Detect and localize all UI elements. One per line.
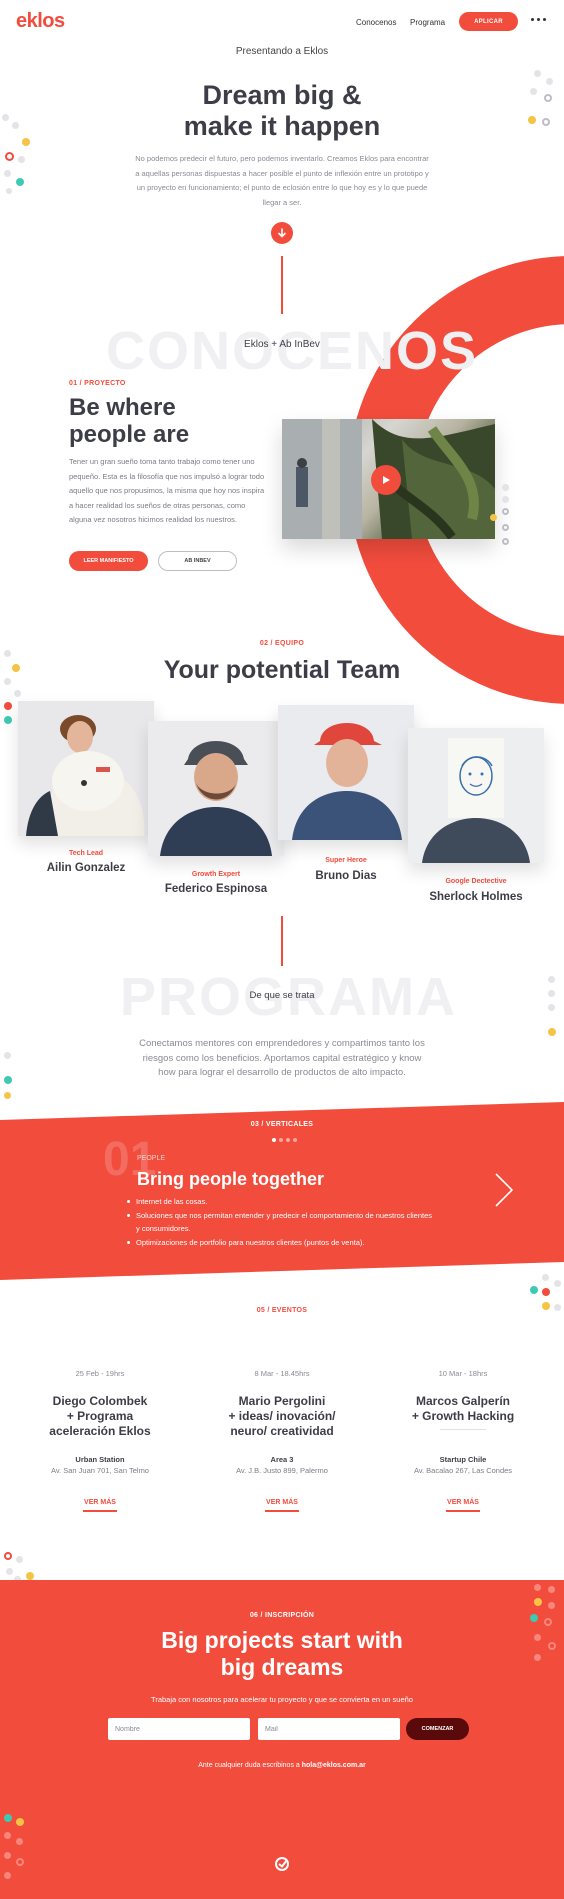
link-underline	[446, 1510, 480, 1512]
event-venue: Startup Chile	[439, 1455, 487, 1464]
event-more-link[interactable]: VER MÁS	[204, 1499, 360, 1506]
event-venue: Urban Station	[75, 1455, 125, 1464]
member-role: Growth Expert	[191, 871, 241, 878]
team-title: Your potential Team	[163, 656, 401, 684]
member-name: Federico Espinosa	[164, 883, 268, 895]
read-manifesto-button[interactable]: LEER MANIFIESTO	[69, 551, 148, 571]
hero-description: No podemos predecir el futuro, pero pode…	[135, 154, 429, 207]
name-field[interactable]	[108, 1718, 250, 1740]
event-title-line: Mario Pergolini	[238, 1394, 326, 1408]
divider-line	[281, 256, 283, 314]
events-kicker: 05 / EVENTOS	[256, 1307, 308, 1314]
event-title-line: aceleración Eklos	[49, 1424, 151, 1438]
project-title: Be where people are	[69, 394, 189, 448]
member-name: Sherlock Holmes	[429, 891, 523, 903]
signup-title-line1: Big projects start with	[161, 1627, 403, 1653]
scroll-down-button[interactable]	[271, 222, 293, 244]
hero-title: Dream big & make it happen	[0, 80, 564, 142]
project-description: Tener un gran sueño toma tanto trabajo c…	[69, 457, 265, 524]
member-name: Bruno Dias	[315, 870, 377, 882]
event-title-line: + ideas/ inovación/	[228, 1409, 336, 1423]
logo[interactable]: eklos	[16, 10, 65, 33]
member-photo-federico	[148, 721, 284, 856]
list-item: Soluciones que nos permitan entender y p…	[127, 1209, 437, 1236]
verticals-kicker: 03 / VERTICALES	[250, 1121, 314, 1128]
start-button[interactable]: COMENZAR	[406, 1718, 469, 1740]
event-title: Diego Colombek + Programa aceleración Ek…	[22, 1394, 178, 1439]
programa-description: Conectamos mentores con emprendedores y …	[139, 1038, 425, 1078]
event-title-line: + Programa	[66, 1409, 134, 1423]
eklos-mark-icon[interactable]	[274, 1856, 290, 1872]
dot-pattern-video	[490, 484, 524, 564]
member-photo-bruno	[278, 705, 414, 840]
dot-pattern-right-events	[528, 1272, 564, 1328]
project-title-line2: people are	[69, 421, 190, 448]
event-address: Av. Bacalao 267, Las Condes	[413, 1466, 513, 1475]
link-underline	[265, 1510, 299, 1512]
list-item: Internet de las cosas.	[127, 1195, 437, 1209]
signup-title: Big projects start with big dreams	[0, 1627, 564, 1681]
play-icon	[383, 476, 390, 484]
hero-title-line1: Dream big &	[202, 80, 362, 110]
event-address: Av. J.B. Justo 899, Palermo	[236, 1466, 328, 1475]
vertical-title: Bring people together	[137, 1169, 325, 1189]
hero-title-line2: make it happen	[183, 111, 381, 141]
conocenos-bg-word: CONOCENOS	[106, 321, 479, 381]
event-more-link[interactable]: VER MÁS	[22, 1499, 178, 1506]
arrow-down-icon	[278, 228, 286, 238]
team-kicker: 02 / EQUIPO	[259, 640, 305, 647]
member-role: Google Dectective	[445, 878, 507, 885]
dot-pattern-right-programa	[542, 976, 564, 1036]
carousel-dots[interactable]	[272, 1138, 297, 1142]
signup-description: Trabaja con nosotros para acelerar tu pr…	[151, 1695, 413, 1704]
divider-line	[281, 916, 283, 966]
ab-inbev-button[interactable]: AB INBEV	[158, 551, 237, 571]
event-date: 10 Mar - 18hrs	[438, 1369, 488, 1378]
link-underline	[83, 1510, 117, 1512]
member-photo-sherlock	[408, 728, 544, 863]
verticals-section	[0, 1102, 564, 1280]
hero-kicker: Presentando a Eklos	[235, 46, 329, 57]
list-item: Optimizaciones de portfolio para nuestro…	[127, 1236, 437, 1250]
member-role: Tech Lead	[68, 850, 104, 857]
chevron-right-icon[interactable]	[492, 1172, 516, 1208]
nav-programa[interactable]: Programa	[410, 18, 445, 27]
event-title-line: Marcos Galperín	[415, 1394, 511, 1408]
signup-kicker: 06 / INSCRIPCIÓN	[249, 1612, 315, 1619]
event-title-line: + Growth Hacking	[411, 1409, 515, 1423]
event-date: 25 Feb - 19hrs	[75, 1369, 125, 1378]
contact-prefix: Ante cualquier duda escribinos a	[198, 1762, 300, 1769]
dot-pattern-left-signup	[0, 1812, 30, 1892]
event-title-line: Diego Colombek	[52, 1394, 148, 1408]
nav-conocenos[interactable]: Conocenos	[356, 18, 396, 27]
email-field[interactable]	[258, 1718, 400, 1740]
member-role: Super Heroe	[325, 857, 367, 864]
member-name: Ailin Gonzalez	[46, 862, 126, 874]
contact-email-link[interactable]: hola@eklos.com.ar	[302, 1762, 366, 1769]
event-more-link[interactable]: VER MÁS	[385, 1499, 541, 1506]
dot-pattern-left-programa	[0, 1052, 20, 1108]
programa-subtitle: De que se trata	[249, 990, 315, 1001]
event-title: Marcos Galperín + Growth Hacking	[385, 1394, 541, 1424]
event-date: 8 Mar - 18.45hrs	[254, 1369, 310, 1378]
vertical-bullets: Internet de las cosas. Soluciones que no…	[127, 1195, 437, 1249]
event-title: Mario Pergolini + ideas/ inovación/ neur…	[204, 1394, 360, 1439]
signup-title-line2: big dreams	[220, 1654, 344, 1680]
project-title-line1: Be where	[69, 394, 176, 421]
vertical-label: PEOPLE	[137, 1155, 166, 1162]
event-title-rule	[440, 1429, 486, 1430]
contact-line: Ante cualquier duda escribinos a hola@ek…	[0, 1762, 564, 1769]
project-kicker: 01 / PROYECTO	[69, 380, 126, 387]
member-photo-ailin	[18, 701, 154, 836]
project-caption: Eklos + Ab InBev	[244, 339, 320, 350]
apply-button[interactable]: APLICAR	[459, 12, 518, 31]
event-venue: Area 3	[270, 1455, 294, 1464]
more-dots-icon[interactable]	[531, 14, 549, 24]
event-address: Av. San Juan 701, San Telmo	[51, 1466, 149, 1475]
event-title-line: neuro/ creatividad	[230, 1424, 334, 1438]
play-button[interactable]	[371, 465, 401, 495]
